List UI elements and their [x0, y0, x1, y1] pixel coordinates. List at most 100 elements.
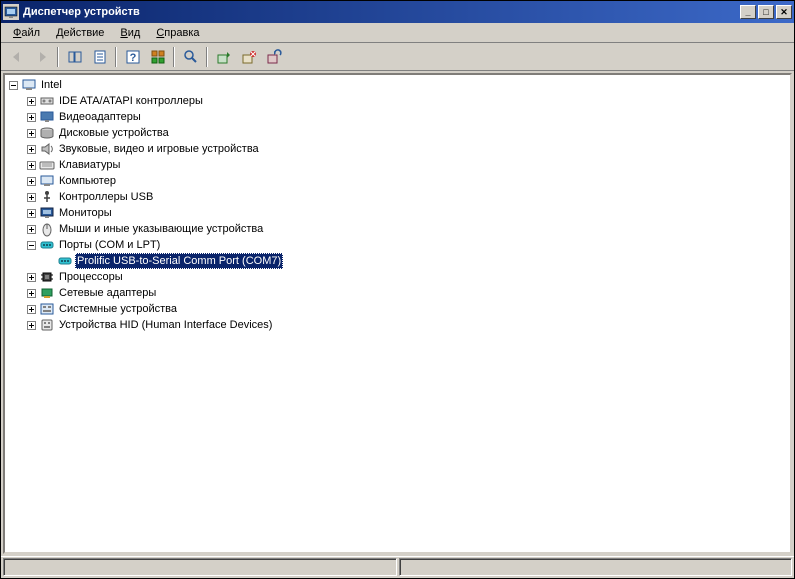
node-label[interactable]: Сетевые адаптеры [57, 285, 158, 301]
expand-icon[interactable] [27, 289, 36, 298]
tree-node[interactable]: Клавиатуры [5, 157, 790, 173]
port-icon [39, 237, 55, 253]
expand-icon[interactable] [27, 273, 36, 282]
help-icon: ? [125, 49, 141, 65]
minimize-button[interactable]: _ [740, 5, 756, 19]
node-label[interactable]: Устройства HID (Human Interface Devices) [57, 317, 274, 333]
computer-icon [39, 173, 55, 189]
node-label[interactable]: Звуковые, видео и игровые устройства [57, 141, 261, 157]
expand-icon[interactable] [27, 97, 36, 106]
disable-button[interactable] [237, 46, 260, 68]
node-label[interactable]: Дисковые устройства [57, 125, 171, 141]
system-icon [39, 301, 55, 317]
update-driver-button[interactable] [179, 46, 202, 68]
monitor-icon [39, 205, 55, 221]
toolbar: ? [1, 43, 794, 71]
show-hide-tree-button[interactable] [63, 46, 86, 68]
expand-icon[interactable] [27, 209, 36, 218]
search-icon [183, 49, 199, 65]
node-label[interactable]: Порты (COM и LPT) [57, 237, 162, 253]
arrow-left-icon [9, 49, 25, 65]
grid-icon [150, 49, 166, 65]
help-button[interactable]: ? [121, 46, 144, 68]
content-area: IntelIDE ATA/ATAPI контроллерыВидеоадапт… [1, 71, 794, 556]
node-label[interactable]: Клавиатуры [57, 157, 122, 173]
titlebar: Диспетчер устройств _ □ ✕ [1, 1, 794, 23]
statusbar [1, 556, 794, 576]
device-tree[interactable]: IntelIDE ATA/ATAPI контроллерыВидеоадапт… [3, 73, 792, 554]
expand-icon[interactable] [27, 129, 36, 138]
expand-icon[interactable] [27, 321, 36, 330]
tree-node[interactable]: Сетевые адаптеры [5, 285, 790, 301]
node-label[interactable]: Контроллеры USB [57, 189, 155, 205]
tree-node[interactable]: Устройства HID (Human Interface Devices) [5, 317, 790, 333]
expand-icon[interactable] [27, 113, 36, 122]
port-icon [57, 253, 73, 269]
properties-icon [92, 49, 108, 65]
expand-icon[interactable] [27, 225, 36, 234]
menu-action[interactable]: Действие [48, 25, 112, 41]
tree-node[interactable]: Контроллеры USB [5, 189, 790, 205]
disk-icon [39, 125, 55, 141]
computer-icon [21, 77, 37, 93]
expand-icon[interactable] [27, 193, 36, 202]
window-controls: _ □ ✕ [740, 5, 792, 19]
app-icon [3, 4, 19, 20]
mouse-icon [39, 221, 55, 237]
expand-icon[interactable] [27, 145, 36, 154]
menu-help[interactable]: Справка [148, 25, 207, 41]
usb-icon [39, 189, 55, 205]
tree-node[interactable]: Мониторы [5, 205, 790, 221]
tree-node[interactable]: Видеоадаптеры [5, 109, 790, 125]
enable-button[interactable] [212, 46, 235, 68]
tree-node[interactable]: Процессоры [5, 269, 790, 285]
tree-node[interactable]: Системные устройства [5, 301, 790, 317]
status-pane-left [3, 558, 397, 576]
expand-icon[interactable] [27, 177, 36, 186]
menubar: Файл Действие Вид Справка [1, 23, 794, 43]
node-label[interactable]: Процессоры [57, 269, 125, 285]
node-label[interactable]: Intel [39, 77, 64, 93]
node-label[interactable]: IDE ATA/ATAPI контроллеры [57, 93, 205, 109]
enable-icon [216, 49, 232, 65]
tree-node[interactable]: IDE ATA/ATAPI контроллеры [5, 93, 790, 109]
window-title: Диспетчер устройств [23, 6, 740, 18]
tree-node[interactable]: Порты (COM и LPT) [5, 237, 790, 253]
properties-button[interactable] [88, 46, 111, 68]
node-label[interactable]: Мониторы [57, 205, 114, 221]
uninstall-button[interactable] [262, 46, 285, 68]
menu-view[interactable]: Вид [112, 25, 148, 41]
view-devices-button[interactable] [146, 46, 169, 68]
nav-forward-button[interactable] [30, 46, 53, 68]
expand-icon[interactable] [9, 81, 18, 90]
sound-icon [39, 141, 55, 157]
node-label[interactable]: Видеоадаптеры [57, 109, 143, 125]
disable-icon [241, 49, 257, 65]
node-label[interactable]: Компьютер [57, 173, 118, 189]
maximize-button[interactable]: □ [758, 5, 774, 19]
hid-icon [39, 317, 55, 333]
tree-root-node[interactable]: Intel [5, 77, 790, 93]
keyboard-icon [39, 157, 55, 173]
node-label[interactable]: Системные устройства [57, 301, 179, 317]
tree-node[interactable]: Мыши и иные указывающие устройства [5, 221, 790, 237]
cpu-icon [39, 269, 55, 285]
expand-icon[interactable] [27, 161, 36, 170]
tree-node[interactable]: Компьютер [5, 173, 790, 189]
arrow-right-icon [34, 49, 50, 65]
tree-node[interactable]: Звуковые, видео и игровые устройства [5, 141, 790, 157]
tree-node[interactable]: Дисковые устройства [5, 125, 790, 141]
display-icon [39, 109, 55, 125]
menu-file[interactable]: Файл [5, 25, 48, 41]
tree-leaf-node[interactable]: Prolific USB-to-Serial Comm Port (COM7) [5, 253, 790, 269]
nav-back-button[interactable] [5, 46, 28, 68]
svg-text:?: ? [129, 52, 136, 64]
node-label[interactable]: Prolific USB-to-Serial Comm Port (COM7) [75, 253, 283, 269]
close-button[interactable]: ✕ [776, 5, 792, 19]
ide-icon [39, 93, 55, 109]
expand-icon[interactable] [27, 241, 36, 250]
expand-icon[interactable] [27, 305, 36, 314]
net-icon [39, 285, 55, 301]
node-label[interactable]: Мыши и иные указывающие устройства [57, 221, 265, 237]
panel-icon [67, 49, 83, 65]
